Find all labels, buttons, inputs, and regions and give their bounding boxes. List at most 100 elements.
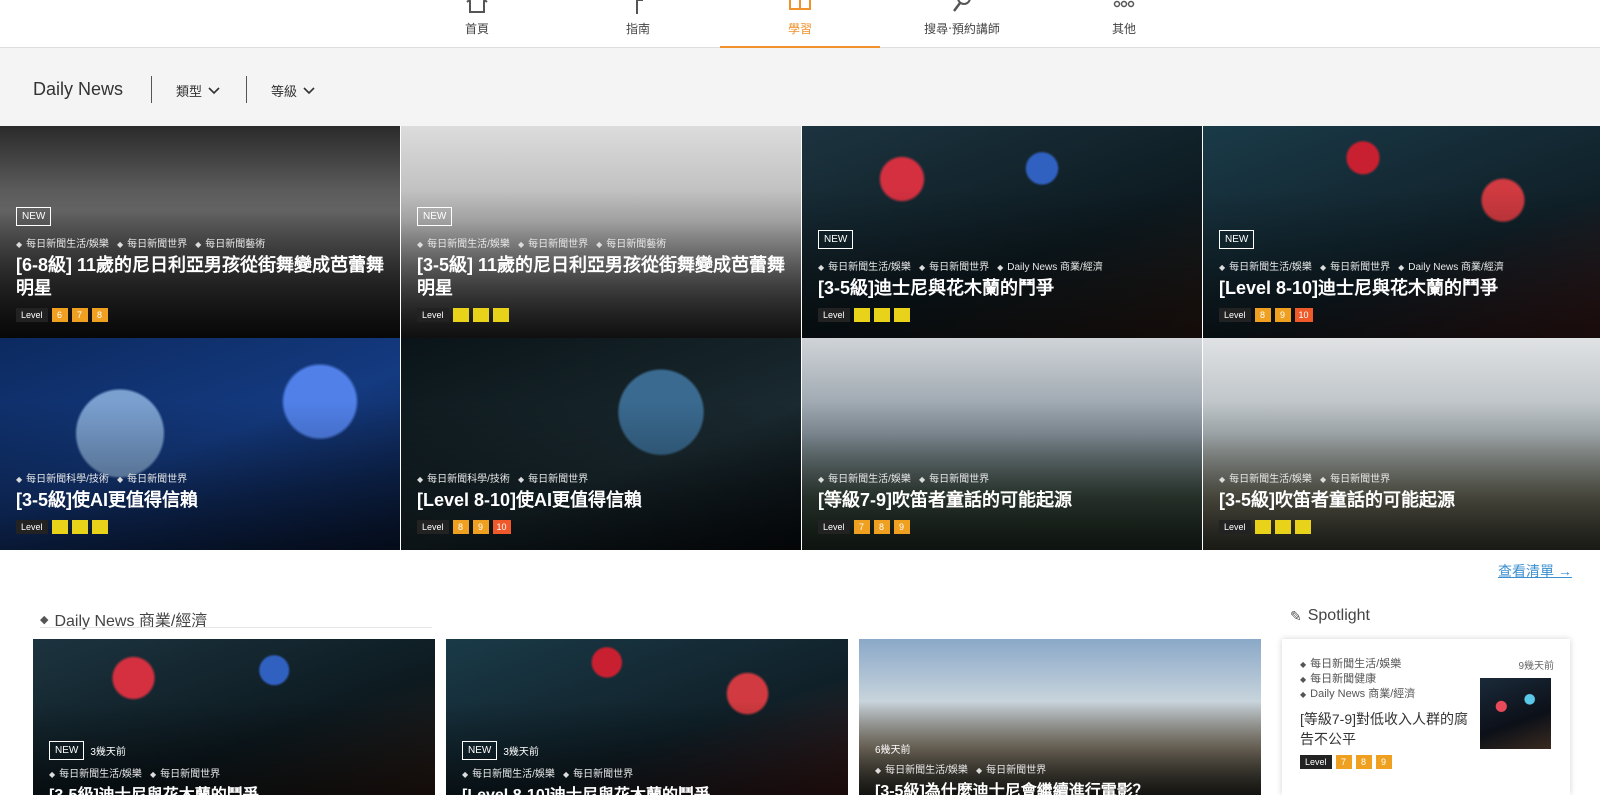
top-navigation: 首頁 指南 學習 搜尋‧預約講師 其他: [0, 0, 1600, 49]
article-card[interactable]: NEW 3幾天前每日新聞生活/娛樂每日新聞世界 [Level 8-10]迪士尼與花木…: [446, 639, 848, 795]
article-time: 3幾天前: [503, 747, 539, 758]
tag-link[interactable]: 每日新聞健康: [1300, 672, 1415, 687]
search-icon: [882, 0, 1042, 14]
tag-link[interactable]: 每日新聞生活/娛樂: [1219, 474, 1312, 485]
article-content: NEW 3幾天前每日新聞生活/娛樂每日新聞世界 [Level 8-10]迪士尼與花木…: [462, 741, 836, 795]
tag-link[interactable]: 每日新聞世界: [563, 769, 633, 780]
article-title: [3-5級]迪士尼與花木蘭的鬥爭: [818, 278, 1055, 298]
new-badge: NEW: [16, 207, 52, 226]
nav-guide[interactable]: 指南: [558, 0, 718, 48]
article-content: 每日新聞生活/娛樂每日新聞世界 [等級7-9]吹笛者童話的可能起源 Level789: [818, 470, 1188, 534]
level-chip: 8: [873, 520, 890, 534]
tag-link[interactable]: 每日新聞科學/技術: [16, 474, 109, 485]
tag-link[interactable]: 每日新聞世界: [976, 765, 1046, 776]
featured-articles-grid: NEW每日新聞生活/娛樂每日新聞世界每日新聞藝術[6-8級] 11歲的尼日利亞男…: [0, 126, 1600, 550]
level-chip: 6: [51, 308, 68, 322]
tag-link[interactable]: 每日新聞生活/娛樂: [1219, 262, 1312, 273]
level-chip: 7: [71, 308, 88, 322]
tag-link[interactable]: Daily News 商業/經濟: [1398, 262, 1504, 273]
tag-link[interactable]: 每日新聞生活/娛樂: [818, 262, 911, 273]
tag-link[interactable]: 每日新聞世界: [518, 239, 588, 250]
article-content: 每日新聞科學/技術每日新聞世界 [Level 8-10]使AI更值得信賴 Level…: [417, 470, 787, 534]
article-tags: 每日新聞生活/娛樂每日新聞世界: [1219, 470, 1589, 485]
tag-link[interactable]: 每日新聞世界: [1320, 474, 1390, 485]
tag-link[interactable]: 每日新聞藝術: [195, 239, 265, 250]
article-card[interactable]: NEW 3幾天前每日新聞生活/娛樂每日新聞世界 [3-5級]迪士尼與花木蘭的鬥爭: [33, 639, 435, 795]
article-tile[interactable]: NEW 每日新聞生活/娛樂每日新聞世界每日新聞藝術 [3-5級] 11歲的尼日利亞男…: [401, 126, 801, 338]
article-tags: 每日新聞生活/娛樂每日新聞世界 Daily News 商業/經濟: [1219, 258, 1589, 273]
article-tile[interactable]: 每日新聞生活/娛樂每日新聞世界 [3-5級]吹笛者童話的可能起源 Level345: [1203, 338, 1600, 550]
level-chip: 9: [1375, 755, 1392, 769]
level-label: Level: [1300, 755, 1332, 769]
view-list-link[interactable]: 查看清單 →: [1498, 561, 1572, 581]
level-dropdown[interactable]: 等級: [271, 81, 315, 100]
level-chip: 5: [1294, 520, 1311, 534]
level-label: Level: [16, 308, 48, 322]
book-icon: [720, 0, 880, 14]
tag-link[interactable]: 每日新聞藝術: [596, 239, 666, 250]
tag-link[interactable]: 每日新聞世界: [117, 474, 187, 485]
spotlight-thumbnail: [1480, 678, 1551, 749]
article-meta: 6幾天前: [875, 741, 1249, 756]
tag-link[interactable]: 每日新聞世界: [919, 262, 989, 273]
level-chip: 8: [452, 520, 469, 534]
tag-link[interactable]: 每日新聞世界: [117, 239, 187, 250]
level-dropdown-label: 等級: [271, 84, 298, 99]
divider: [151, 76, 152, 103]
nav-search-tutor[interactable]: 搜尋‧預約講師: [882, 0, 1042, 48]
article-tile[interactable]: NEW 每日新聞生活/娛樂每日新聞世界 Daily News 商業/經濟 [Level…: [1203, 126, 1600, 338]
article-content: NEW 每日新聞生活/娛樂每日新聞世界 Daily News 商業/經濟 [3-5級]…: [818, 229, 1188, 322]
type-dropdown-label: 類型: [176, 84, 203, 99]
level-chip: 8: [1355, 755, 1372, 769]
tag-link[interactable]: 每日新聞生活/娛樂: [417, 239, 510, 250]
article-tile[interactable]: 每日新聞科學/技術每日新聞世界 [3-5級]使AI更值得信賴 Level345: [0, 338, 400, 550]
tag-link[interactable]: 每日新聞生活/娛樂: [875, 765, 968, 776]
tag-link[interactable]: Daily News 商業/經濟: [1300, 687, 1415, 702]
nav-more-label: 其他: [1111, 22, 1136, 36]
spotlight-time: 9幾天前: [1518, 661, 1554, 672]
article-tags: 每日新聞生活/娛樂每日新聞世界: [462, 765, 836, 780]
level-chip: 8: [1254, 308, 1271, 322]
level-indicator: Level 3 4 5: [417, 308, 787, 322]
tag-link[interactable]: 每日新聞生活/娛樂: [49, 769, 142, 780]
spotlight-headline: [等級7-9]對低收入人群的腐告不公平: [1300, 711, 1469, 747]
new-badge: NEW: [49, 741, 85, 760]
level-chip: 4: [472, 308, 489, 322]
article-tile[interactable]: 每日新聞生活/娛樂每日新聞世界 [等級7-9]吹笛者童話的可能起源 Level789: [802, 338, 1202, 550]
tag-link[interactable]: 每日新聞生活/娛樂: [462, 769, 555, 780]
tag-link[interactable]: 每日新聞生活/娛樂: [16, 239, 109, 250]
tag-link[interactable]: 每日新聞生活/娛樂: [818, 474, 911, 485]
chevron-down-icon: [303, 86, 315, 94]
level-label: Level: [16, 520, 48, 534]
article-title: [3-5級]吹笛者童話的可能起源: [1219, 490, 1456, 510]
article-time: 3幾天前: [90, 747, 126, 758]
article-title: [3-5級]為什麼迪士尼會繼續進行電影？: [875, 783, 1149, 795]
level-chip: 10: [1294, 308, 1313, 322]
tag-link[interactable]: 每日新聞世界: [150, 769, 220, 780]
tag-link[interactable]: 每日新聞世界: [1320, 262, 1390, 273]
nav-home[interactable]: 首頁: [397, 0, 557, 48]
level-label: Level: [818, 520, 850, 534]
tag-link[interactable]: Daily News 商業/經濟: [997, 262, 1103, 273]
article-content: NEW 每日新聞生活/娛樂每日新聞世界每日新聞藝術 [3-5級] 11歲的尼日利亞男…: [417, 206, 787, 322]
tag-link[interactable]: 每日新聞生活/娛樂: [1300, 657, 1415, 672]
nav-more[interactable]: 其他: [1044, 0, 1204, 48]
nav-learn[interactable]: 學習: [720, 0, 880, 49]
article-tile[interactable]: 每日新聞科學/技術每日新聞世界 [Level 8-10]使AI更值得信賴 Level…: [401, 338, 801, 550]
type-dropdown[interactable]: 類型: [176, 81, 220, 100]
tag-link[interactable]: 每日新聞世界: [518, 474, 588, 485]
article-card[interactable]: 6幾天前每日新聞生活/娛樂每日新聞世界 [3-5級]為什麼迪士尼會繼續進行電影？: [859, 639, 1261, 795]
article-tile[interactable]: NEW 每日新聞生活/娛樂每日新聞世界每日新聞藝術 [6-8級] 11歲的尼日利亞男…: [0, 126, 400, 338]
tag-link[interactable]: 每日新聞科學/技術: [417, 474, 510, 485]
level-chip: 7: [853, 520, 870, 534]
spotlight-card[interactable]: 每日新聞生活/娛樂每日新聞健康Daily News 商業/經濟 9幾天前 [等級…: [1282, 639, 1570, 795]
level-chip: 7: [1335, 755, 1352, 769]
article-content: 6幾天前每日新聞生活/娛樂每日新聞世界 [3-5級]為什麼迪士尼會繼續進行電影？: [875, 741, 1249, 795]
article-tile[interactable]: NEW 每日新聞生活/娛樂每日新聞世界 Daily News 商業/經濟 [3-5級]…: [802, 126, 1202, 338]
new-badge: NEW: [1219, 230, 1255, 249]
level-chip: 9: [893, 520, 910, 534]
level-chip: 8: [91, 308, 108, 322]
article-title: [6-8級] 11歲的尼日利亞男孩從街舞變成芭蕾舞明星: [16, 255, 385, 298]
tag-link[interactable]: 每日新聞世界: [919, 474, 989, 485]
level-indicator: Level 8 9 10: [1219, 308, 1589, 322]
